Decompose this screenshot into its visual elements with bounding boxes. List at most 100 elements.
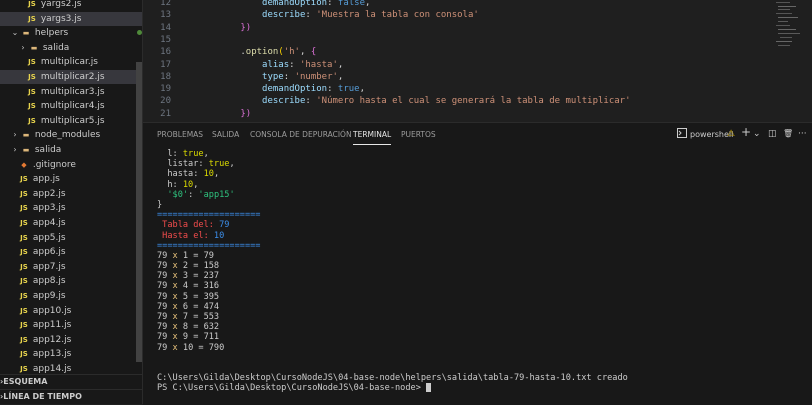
code-token: describe [262,96,306,107]
terminal-line: listar: true, [157,159,797,169]
terminal-text: 7 = 553 [177,312,220,322]
code-editor[interactable]: 12 demandOption: false, 13 describe: 'Mue… [143,0,812,122]
tree-item[interactable]: › ▬ salida [0,41,142,55]
sidebar-scrollbar[interactable] [136,62,142,362]
code-line: 15 [143,34,197,46]
tree-item[interactable]: JS app10.js [0,304,142,318]
js-file-icon: JS [20,306,28,315]
tree-item-label: helpers [32,28,69,39]
tree-item-label: app9.js [30,291,66,301]
terminal-line: hasta: 10, [157,169,797,179]
terminal-line: 79 x 3 = 237 [157,271,797,281]
js-file-icon: JS [20,189,28,198]
tree-item[interactable]: › ▬ salida [0,143,142,157]
trash-icon[interactable]: 🗑 [783,129,793,138]
warning-icon[interactable]: ⚠ [727,129,735,139]
code-line: 17 alias: 'hasta', [143,59,343,71]
tab-terminal[interactable]: TERMINAL [353,130,392,145]
tree-item[interactable]: JS app12.js [0,333,142,347]
code-token: }) [240,22,252,33]
tree-item[interactable]: JS app4.js [0,216,142,230]
code-token: demandOption [262,0,328,8]
tab-problemas[interactable]: PROBLEMAS [157,130,203,139]
tree-item-label: .gitignore [30,159,76,170]
tree-item[interactable]: JS multiplicar.js [0,55,142,69]
code-token: type [262,71,284,82]
js-file-icon: JS [20,335,28,344]
tree-item[interactable]: JS app3.js [0,201,142,215]
terminal-line: 79 x 1 = 79 [157,251,797,261]
tree-item[interactable]: ⌄ ▬ helpers [0,26,142,40]
tree-item-label: app5.js [30,232,66,243]
tree-item[interactable]: JS multiplicar3.js [0,85,142,99]
code-token: : [305,10,317,21]
terminal-text: true [182,149,204,159]
tree-item[interactable]: JS app2.js [0,187,142,201]
tree-item[interactable]: JS app5.js [0,231,142,245]
terminal-line: 79 x 4 = 316 [157,281,797,291]
code-token: demandOption [262,84,328,95]
chevron-down-icon: ⌄ [11,28,19,38]
terminal-text: hasta: [157,169,204,180]
tab-puertos[interactable]: PUERTOS [401,130,436,139]
chevron-down-icon[interactable]: ⌄ [753,129,761,139]
tree-item[interactable]: JS yargs2.js [0,0,142,11]
tree-item[interactable]: › ▬ node_modules [0,128,142,142]
terminal-text: PS C:\Users\Gilda\Desktop\CursoNodeJS\04… [157,383,427,394]
tree-item[interactable]: ◆ .gitignore [0,158,142,172]
more-icon[interactable]: ··· [798,129,807,139]
code-token: , [337,59,344,70]
tree-item[interactable]: JS app6.js [0,245,142,259]
code-line: 21 }) [143,108,251,120]
tree-item[interactable]: JS app13.js [0,347,142,361]
tree-item[interactable]: JS yargs3.js [0,11,142,26]
tree-item-label: salida [40,42,70,53]
tree-item[interactable]: JS multiplicar5.js [0,114,142,128]
tree-item[interactable]: JS app9.js [0,289,142,303]
terminal-text: 79 [157,281,173,292]
terminal-output[interactable]: l: true, listar: true, hasta: 10, h: 10,… [157,149,797,394]
tree-item-label: app10.js [30,305,72,316]
terminal-text: 1 = 79 [177,250,214,261]
code-token: alias [262,59,290,70]
terminal-text: 79 [157,312,173,322]
terminal-text: '$0' [167,189,189,200]
terminal-text: , [213,169,220,180]
js-file-icon: JS [28,87,36,96]
tab-consola-depuracion[interactable]: CONSOLA DE DEPURACIÓN [250,130,352,139]
tab-salida[interactable]: SALIDA [212,130,239,139]
tree-item[interactable]: JS multiplicar2.js [0,70,142,84]
terminal-line: l: true, [157,149,797,159]
folder-icon: ▬ [22,131,30,140]
js-file-icon: JS [20,262,28,271]
code-token: 'hasta' [299,59,338,70]
tree-item-label: app4.js [30,218,66,228]
terminal-text: 79 [157,261,173,272]
add-terminal-icon[interactable]: + [741,125,751,139]
terminal-line: 79 x 8 = 632 [157,322,797,332]
tree-item[interactable]: JS app.js [0,172,142,186]
code-token: : [327,0,338,8]
line-number: 12 [160,0,171,8]
minimap[interactable] [772,0,812,122]
section-esquema[interactable]: ›ESQUEMA [0,374,142,389]
terminal-line: 79 x 10 = 790 [157,343,797,353]
section-linea-de-tiempo[interactable]: ›LÍNEA DE TIEMPO [0,389,142,404]
split-terminal-icon[interactable]: ◫ [768,129,777,139]
tree-item-label: multiplicar2.js [38,72,105,82]
tree-item[interactable]: JS multiplicar4.js [0,99,142,113]
tree-item[interactable]: JS app8.js [0,274,142,288]
tree-item[interactable]: JS app11.js [0,318,142,332]
terminal-text: 'app15' [198,189,235,200]
terminal-line: C:\Users\Gilda\Desktop\CursoNodeJS\04-ba… [157,373,797,383]
terminal-text: C:\Users\Gilda\Desktop\CursoNodeJS\04-ba… [157,373,628,384]
terminal-text: 6 = 474 [177,301,220,312]
line-number: 17 [160,59,171,70]
code-token: 'Muestra la tabla con consola' [316,10,479,21]
tree-item[interactable]: JS app7.js [0,260,142,274]
